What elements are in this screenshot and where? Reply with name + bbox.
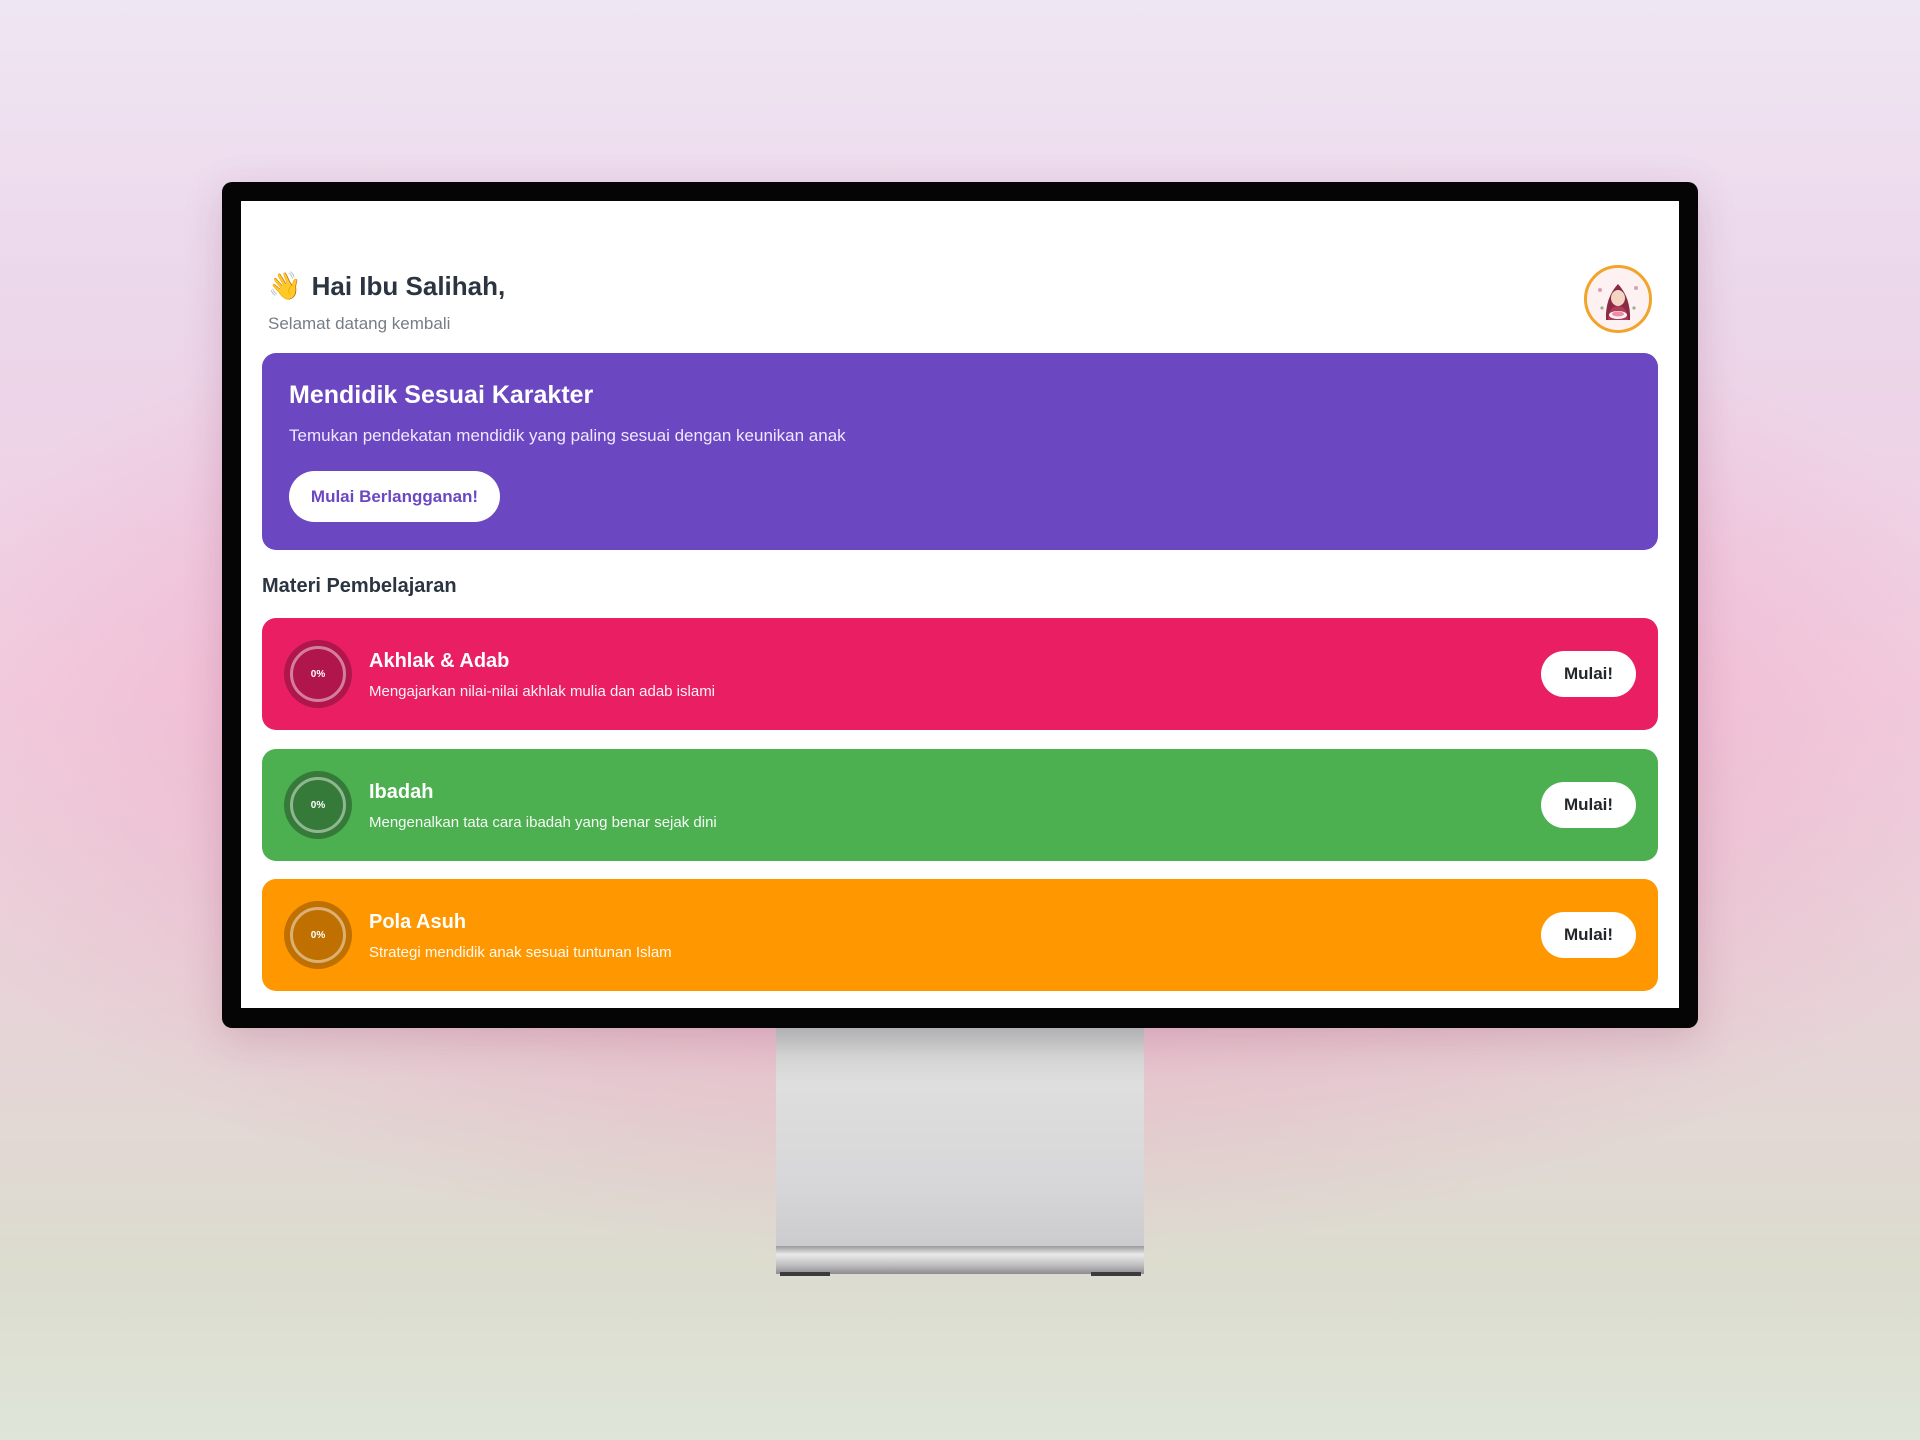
avatar-illustration-icon (1587, 268, 1649, 330)
header: 👋 Hai Ibu Salihah, Selamat datang kembal… (268, 265, 1652, 351)
course-card-ibadah[interactable]: 0% Ibadah Mengenalkan tata cara ibadah y… (262, 749, 1658, 861)
course-description: Strategi mendidik anak sesuai tuntunan I… (369, 944, 672, 961)
monitor-foot-right (1091, 1272, 1141, 1276)
progress-indicator: 0% (284, 901, 352, 969)
greeting-text: Hai Ibu Salihah, (311, 271, 506, 301)
start-button[interactable]: Mulai! (1541, 912, 1636, 958)
waving-hand-icon: 👋 (268, 271, 302, 301)
section-title: Materi Pembelajaran (262, 575, 457, 597)
progress-percent: 0% (310, 668, 326, 680)
progress-indicator: 0% (284, 640, 352, 708)
subscription-banner: Mendidik Sesuai Karakter Temukan pendeka… (262, 353, 1658, 550)
progress-percent: 0% (310, 929, 326, 941)
course-card-pola-asuh[interactable]: 0% Pola Asuh Strategi mendidik anak sesu… (262, 879, 1658, 991)
monitor-foot-left (780, 1272, 830, 1276)
progress-indicator: 0% (284, 771, 352, 839)
banner-title: Mendidik Sesuai Karakter (289, 381, 594, 409)
monitor-stand-base (776, 1246, 1144, 1274)
avatar[interactable] (1584, 265, 1652, 333)
welcome-subtitle: Selamat datang kembali (268, 314, 451, 333)
start-button[interactable]: Mulai! (1541, 782, 1636, 828)
monitor-stand (776, 1028, 1144, 1250)
course-card-akhlak-adab[interactable]: 0% Akhlak & Adab Mengajarkan nilai-nilai… (262, 618, 1658, 730)
greeting: 👋 Hai Ibu Salihah, (268, 271, 1652, 302)
course-description: Mengajarkan nilai-nilai akhlak mulia dan… (369, 683, 716, 700)
start-button[interactable]: Mulai! (1541, 651, 1636, 697)
course-title: Akhlak & Adab (369, 650, 510, 672)
course-title: Ibadah (369, 781, 434, 803)
subscribe-button[interactable]: Mulai Berlangganan! (289, 471, 500, 522)
app-screen: 👋 Hai Ibu Salihah, Selamat datang kembal… (241, 201, 1679, 1008)
banner-description: Temukan pendekatan mendidik yang paling … (289, 426, 846, 445)
progress-percent: 0% (310, 799, 326, 811)
course-description: Mengenalkan tata cara ibadah yang benar … (369, 814, 717, 831)
course-title: Pola Asuh (369, 911, 467, 933)
